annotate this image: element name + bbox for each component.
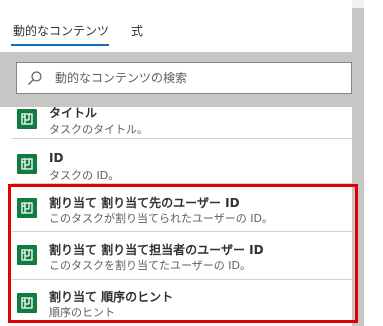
planner-icon (17, 198, 37, 218)
list-item-description: 順序のヒント (49, 306, 115, 319)
list-item-label: ID (49, 151, 64, 165)
scrollbar-thumb[interactable] (352, 8, 364, 326)
planner-icon (17, 154, 37, 174)
divider (12, 231, 352, 232)
search-input[interactable] (55, 63, 345, 93)
tab-dynamic-content[interactable]: 動的なコンテンツ (13, 22, 109, 39)
list-item-description: タスクのタイトル。 (49, 123, 148, 136)
active-tab-indicator (11, 44, 109, 46)
divider (12, 183, 352, 184)
list-item-assigned-by-user-id[interactable]: 割り当て 割り当て担当者のユーザー ID このタスクを割り当てたユーザーの ID… (0, 234, 352, 280)
right-gutter (364, 0, 383, 326)
list-item-description: このタスクが割り当てられたユーザーの ID。 (49, 212, 273, 225)
planner-icon (17, 109, 37, 129)
list-item-assigned-to-user-id[interactable]: 割り当て 割り当て先のユーザー ID このタスクが割り当てられたユーザーの ID… (0, 187, 352, 233)
search-box[interactable] (16, 62, 352, 94)
list-item-description: タスクの ID。 (49, 169, 120, 182)
list-item-description: このタスクを割り当てたユーザーの ID。 (49, 259, 251, 272)
planner-icon (17, 245, 37, 265)
tab-expression[interactable]: 式 (131, 22, 143, 39)
list-item-label: 割り当て 順序のヒント (49, 290, 174, 304)
list-item-label: 割り当て 割り当て先のユーザー ID (49, 196, 240, 210)
planner-icon (17, 293, 37, 313)
search-icon (27, 70, 43, 86)
divider (12, 138, 352, 139)
list-item-order-hint[interactable]: 割り当て 順序のヒント 順序のヒント (0, 281, 352, 326)
list-item-label: 割り当て 割り当て担当者のユーザー ID (49, 243, 264, 257)
tab-bar: 動的なコンテンツ 式 (0, 0, 350, 50)
dynamic-content-list: タイトル タスクのタイトル。 ID タスクの ID。 割り当て 割り当て先のユー… (0, 107, 352, 326)
list-item-title[interactable]: タイトル タスクのタイトル。 (0, 107, 352, 147)
list-item-label: タイトル (49, 107, 98, 120)
divider (12, 279, 352, 280)
